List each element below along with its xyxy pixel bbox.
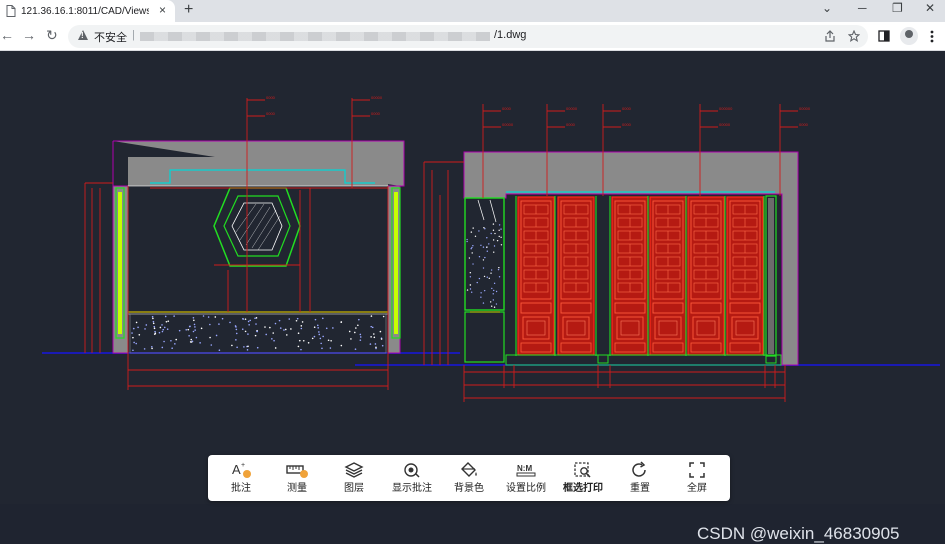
blurred-url-segment (140, 32, 490, 41)
svg-text:00000: 00000 (371, 95, 383, 100)
reload-button[interactable]: ↻ (46, 27, 58, 44)
not-secure-icon[interactable] (78, 30, 88, 40)
scale-icon: N:M (497, 461, 555, 483)
fullscreen-label: 全屏 (687, 483, 707, 494)
annotate-icon: A + (212, 461, 270, 483)
background-color-label: 背景色 (454, 483, 484, 494)
browser-tab-strip: 121.36.16.1:8011/CAD/Views × + ⌄ ─ ❐ ✕ (0, 0, 945, 22)
svg-text:0000: 0000 (371, 111, 381, 116)
left-elevation: 00000000 000000000 (84, 95, 405, 390)
annotate-label: 批注 (231, 483, 251, 494)
minimize-button[interactable]: ─ (858, 1, 867, 15)
reset-icon (611, 461, 669, 483)
cad-drawing[interactable]: 00000000 000000000 000000000 000000000 0… (0, 51, 945, 504)
layers-icon (325, 461, 383, 483)
svg-text:0000: 0000 (566, 122, 576, 127)
svg-text:0000: 0000 (799, 122, 809, 127)
svg-text:000000: 000000 (719, 106, 733, 111)
measure-icon (268, 461, 326, 483)
set-scale-label: 设置比例 (506, 483, 546, 494)
set-scale-button[interactable]: N:M 设置比例 (497, 455, 555, 501)
show-annotation-button[interactable]: 显示批注 (383, 455, 441, 501)
tab-title: 121.36.16.1:8011/CAD/Views (21, 5, 149, 17)
svg-text:N:M: N:M (517, 464, 532, 473)
browser-tab[interactable]: 121.36.16.1:8011/CAD/Views × (0, 0, 175, 22)
csdn-watermark: CSDN @weixin_46830905 (697, 524, 900, 543)
svg-text:0000: 0000 (622, 106, 632, 111)
cad-toolbar: A + 批注 测量 图层 显示批注 背景色 N:M 设置比例 框选打印 重置 全… (208, 455, 730, 501)
page-favicon-icon (6, 5, 16, 17)
svg-text:0000: 0000 (622, 122, 632, 127)
close-window-button[interactable]: ✕ (925, 1, 935, 15)
star-icon[interactable] (848, 30, 860, 42)
new-tab-button[interactable]: + (184, 1, 193, 19)
maximize-button[interactable]: ❐ (892, 1, 903, 15)
fullscreen-button[interactable]: 全屏 (668, 455, 726, 501)
lattice-door-panels (515, 196, 777, 364)
browser-toolbar: ← → ↻ 不安全 | /1.dwg (0, 22, 945, 51)
stone-base-pattern-left (131, 315, 385, 352)
box-print-icon (554, 461, 612, 483)
svg-text:0000: 0000 (266, 95, 276, 100)
sidepanel-icon[interactable] (878, 30, 890, 42)
security-label[interactable]: 不安全 (94, 29, 127, 45)
show-annotation-icon (383, 461, 441, 483)
svg-text:00000: 00000 (719, 122, 731, 127)
right-elevation: 000000000 000000000 00000000 00000000000… (423, 104, 811, 402)
box-print-label: 框选打印 (563, 483, 603, 494)
box-print-button[interactable]: 框选打印 (554, 455, 612, 501)
layers-label: 图层 (344, 483, 364, 494)
forward-button[interactable]: → (22, 27, 36, 43)
profile-icon[interactable] (900, 27, 918, 45)
cad-viewport[interactable]: 0000 0000 00000 0000 0000 00000 00000 00… (0, 51, 945, 543)
svg-text:00000: 00000 (502, 122, 514, 127)
address-bar[interactable]: 不安全 | /1.dwg (68, 25, 868, 48)
reset-button[interactable]: 重置 (611, 455, 669, 501)
paint-bucket-icon (440, 461, 498, 483)
svg-text:0000: 0000 (502, 106, 512, 111)
fullscreen-icon (668, 461, 726, 483)
svg-text:A: A (232, 462, 241, 477)
tab-close-icon[interactable]: × (159, 3, 166, 17)
measure-label: 测量 (287, 483, 307, 494)
share-icon[interactable] (824, 30, 836, 42)
address-separator: | (132, 29, 135, 41)
svg-text:00000: 00000 (799, 106, 811, 111)
measure-button[interactable]: 测量 (268, 455, 326, 501)
url-text[interactable]: /1.dwg (494, 29, 526, 41)
svg-text:00000: 00000 (566, 106, 578, 111)
show-annotation-label: 显示批注 (392, 483, 432, 494)
glass-pattern-right (466, 223, 503, 308)
back-button[interactable]: ← (0, 27, 14, 43)
tab-search-icon[interactable]: ⌄ (822, 1, 832, 15)
background-color-button[interactable]: 背景色 (440, 455, 498, 501)
reset-label: 重置 (630, 483, 650, 494)
svg-text:+: + (241, 462, 245, 469)
kebab-menu-icon[interactable] (930, 30, 934, 43)
svg-text:0000: 0000 (266, 111, 276, 116)
layers-button[interactable]: 图层 (325, 455, 383, 501)
annotate-button[interactable]: A + 批注 (212, 455, 270, 501)
